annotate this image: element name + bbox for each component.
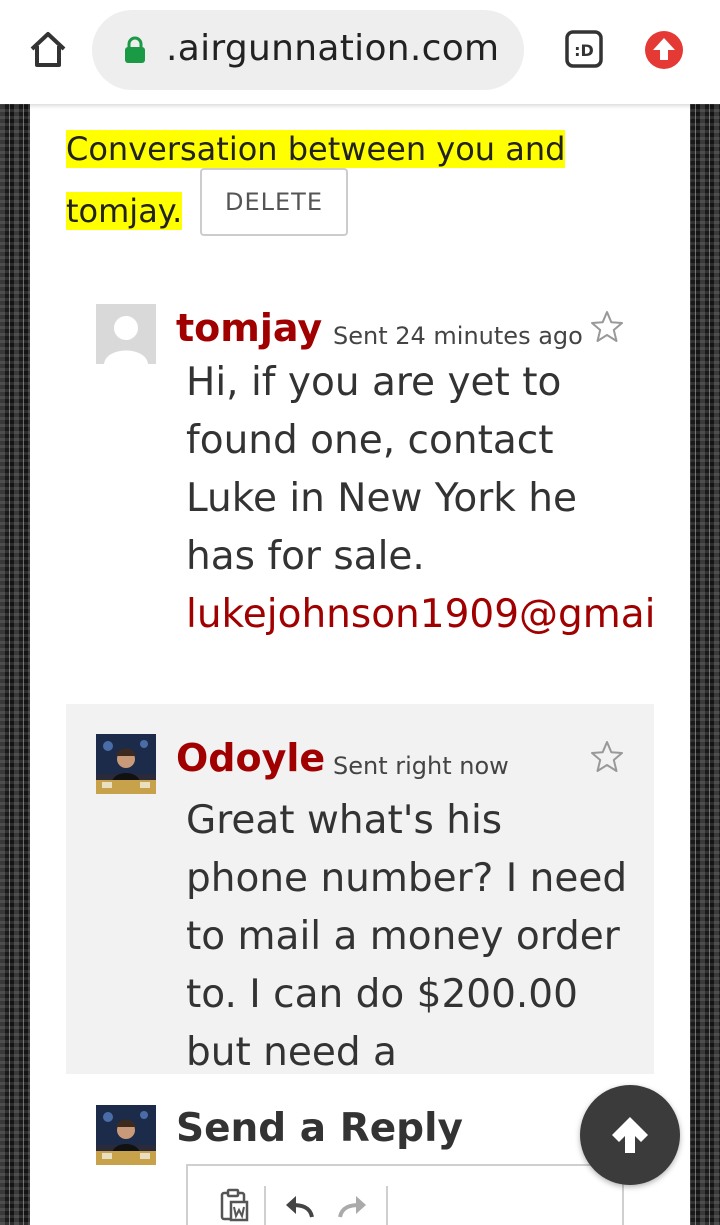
default-user-icon (96, 304, 156, 364)
email-link[interactable]: lukejohnson1909@gmai (186, 586, 656, 644)
tab-badge: :D (574, 41, 594, 60)
star-icon[interactable] (590, 310, 624, 344)
sender-name[interactable]: Odoyle (176, 736, 325, 780)
redo-icon[interactable] (336, 1188, 370, 1222)
tab-switcher-icon[interactable]: :D (565, 30, 603, 68)
browser-toolbar: .airgunnation.com :D (0, 0, 720, 104)
reply-editor-toolbar (186, 1164, 624, 1225)
delete-button[interactable]: DELETE (200, 168, 348, 236)
reply-avatar (96, 1105, 156, 1165)
message-body: Hi, if you are yet to found one, contact… (186, 354, 656, 644)
message-body: Great what's his phone number? I need to… (186, 798, 628, 1074)
home-icon[interactable] (28, 30, 68, 70)
avatar (96, 734, 156, 794)
reply-heading: Send a Reply (176, 1106, 463, 1151)
sender-name[interactable]: tomjay (176, 306, 322, 350)
undo-icon[interactable] (282, 1188, 316, 1222)
avatar-placeholder (96, 304, 156, 364)
message-item: Odoyle Sent right now Great what's his p… (66, 704, 654, 1074)
toolbar-separator (264, 1186, 266, 1225)
paste-icon[interactable] (218, 1188, 252, 1222)
message-text: Hi, if you are yet to found one, contact… (186, 360, 577, 579)
url-text: .airgunnation.com (166, 28, 500, 69)
user-photo (96, 1105, 156, 1165)
star-icon[interactable] (590, 740, 624, 774)
arrow-up-icon (612, 1117, 648, 1153)
upload-icon[interactable] (644, 30, 684, 70)
user-photo (96, 734, 156, 794)
address-bar[interactable]: .airgunnation.com (92, 10, 524, 90)
sent-time: Sent right now (333, 752, 509, 780)
lock-icon (125, 36, 145, 63)
conversation-panel: Conversation between you and tomjay. DEL… (30, 104, 690, 1225)
scroll-to-top-button[interactable] (580, 1085, 680, 1185)
message-item: tomjay Sent 24 minutes ago Hi, if you ar… (66, 294, 656, 674)
toolbar-separator (386, 1186, 388, 1225)
sent-time: Sent 24 minutes ago (333, 322, 583, 350)
